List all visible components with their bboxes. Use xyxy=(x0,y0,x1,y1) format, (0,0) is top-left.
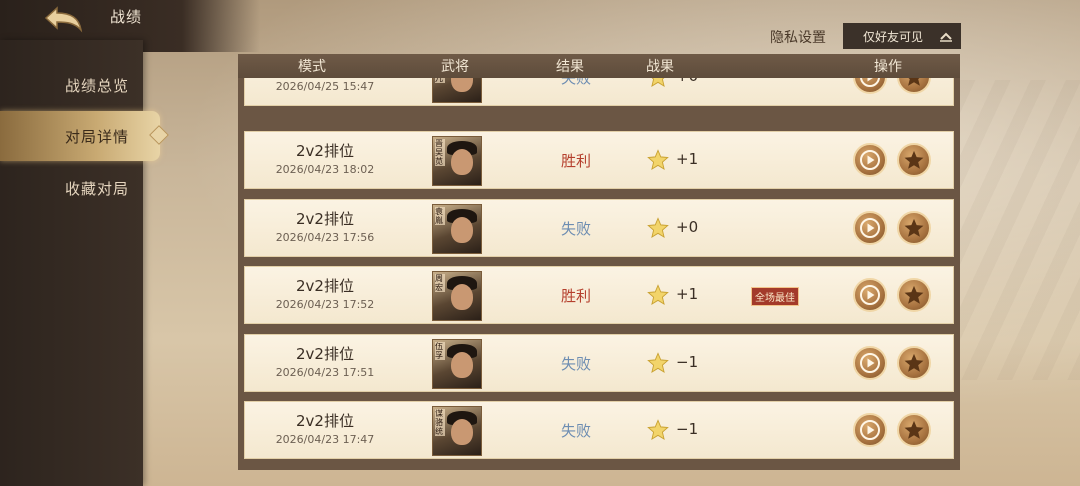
replay-button[interactable] xyxy=(853,278,887,312)
hero-avatar: 周宏 xyxy=(432,271,482,321)
match-time: 2026/04/23 17:56 xyxy=(275,231,375,244)
favorite-button[interactable] xyxy=(897,143,931,177)
star-icon xyxy=(651,78,665,87)
column-header-actions: 操作 xyxy=(874,59,902,75)
score-change: −1 xyxy=(676,420,699,438)
favorite-button[interactable] xyxy=(897,78,931,94)
sidebar-item-overview[interactable]: 战绩总览 xyxy=(0,60,160,110)
favorite-star-icon xyxy=(908,78,920,86)
table-row[interactable]: 2v2排位 2026/04/23 17:52 周宏 胜利 +1 全场最佳 xyxy=(244,266,954,324)
match-time: 2026/04/23 18:02 xyxy=(275,163,375,176)
hero-face xyxy=(451,352,473,378)
play-icon xyxy=(860,420,880,440)
hero-avatar: 晋吴苋 xyxy=(432,136,482,186)
table-row[interactable]: 2v2排位 2026/04/23 18:02 晋吴苋 胜利 +1 xyxy=(244,131,954,189)
hero-face xyxy=(451,78,473,92)
chevron-up-icon xyxy=(940,32,952,42)
column-header-result: 结果 xyxy=(556,59,584,75)
hero-name-tag: 伍孚 xyxy=(435,342,445,360)
hero-avatar: 袁胤 xyxy=(432,204,482,254)
star-icon xyxy=(647,284,669,305)
privacy-dropdown[interactable]: 仅好友可见 xyxy=(843,23,961,49)
play-icon xyxy=(860,218,880,238)
match-result: 胜利 xyxy=(560,287,591,305)
table-row[interactable]: 2v2排位 2026/04/23 17:51 伍孚 失败 −1 xyxy=(244,334,954,392)
favorite-star-icon xyxy=(904,353,924,372)
play-icon xyxy=(860,78,880,87)
favorite-star-icon xyxy=(904,285,924,304)
hero-name-tag: 袁胤 xyxy=(435,207,445,225)
match-mode: 2v2排位 xyxy=(296,345,354,363)
star-icon xyxy=(647,217,669,238)
score-change: +1 xyxy=(676,150,699,168)
hero-name-tag: 周宏 xyxy=(435,274,445,292)
match-result: 失败 xyxy=(560,355,591,373)
match-result: 失败 xyxy=(560,220,591,238)
hero-face xyxy=(451,217,473,243)
privacy-selected-value: 仅好友可见 xyxy=(863,29,924,44)
favorite-button[interactable] xyxy=(897,346,931,380)
mvp-badge: 全场最佳 xyxy=(751,287,799,306)
match-mode: 2v2排位 xyxy=(296,412,354,430)
replay-button[interactable] xyxy=(853,346,887,380)
favorite-star-icon xyxy=(904,150,924,169)
hero-name-tag: 晋吴苋 xyxy=(435,139,445,166)
sidebar: 战绩总览 对局详情 收藏对局 xyxy=(0,40,160,486)
back-arrow-icon xyxy=(44,6,83,33)
replay-button[interactable] xyxy=(853,78,887,94)
match-mode: 2v2排位 xyxy=(296,210,354,228)
table-header: 模式 武将 结果 战果 操作 xyxy=(238,54,960,78)
table-row[interactable]: 2v2排位 2026/04/25 15:47 胡车儿 失败 +0 xyxy=(244,78,954,106)
hero-name-tag: 谋骆统 xyxy=(435,409,445,436)
favorite-star-icon xyxy=(904,218,924,237)
hero-face xyxy=(451,284,473,310)
favorite-button[interactable] xyxy=(897,413,931,447)
play-icon xyxy=(860,150,880,170)
match-result: 失败 xyxy=(560,78,591,87)
back-button[interactable] xyxy=(40,4,88,34)
match-time: 2026/04/23 17:51 xyxy=(275,366,375,379)
hero-avatar: 谋骆统 xyxy=(432,406,482,456)
column-header-hero: 武将 xyxy=(441,59,469,75)
star-icon xyxy=(647,419,669,440)
favorite-button[interactable] xyxy=(897,211,931,245)
match-result: 胜利 xyxy=(560,152,591,170)
table-row[interactable]: 2v2排位 2026/04/23 17:56 袁胤 失败 +0 xyxy=(244,199,954,257)
score-change: −1 xyxy=(676,353,699,371)
match-list[interactable]: 2v2排位 2026/04/25 15:47 胡车儿 失败 +0 2v2排位 2… xyxy=(238,78,960,470)
match-mode: 2v2排位 xyxy=(296,142,354,160)
match-time: 2026/04/25 15:47 xyxy=(275,80,375,93)
hero-avatar: 伍孚 xyxy=(432,339,482,389)
hero-name-tag: 胡车儿 xyxy=(435,78,445,83)
star-icon xyxy=(647,149,669,170)
hero-face xyxy=(451,419,473,445)
hero-avatar: 胡车儿 xyxy=(432,78,482,103)
replay-button[interactable] xyxy=(853,143,887,177)
match-result: 失败 xyxy=(560,422,591,440)
column-header-outcome: 战果 xyxy=(646,59,674,75)
column-header-mode: 模式 xyxy=(298,59,326,75)
replay-button[interactable] xyxy=(853,413,887,447)
score-change: +1 xyxy=(676,285,699,303)
table-row[interactable]: 2v2排位 2026/04/23 17:47 谋骆统 失败 −1 xyxy=(244,401,954,459)
favorite-button[interactable] xyxy=(897,278,931,312)
match-time: 2026/04/23 17:47 xyxy=(275,433,375,446)
replay-button[interactable] xyxy=(853,211,887,245)
sidebar-item-match-details[interactable]: 对局详情 xyxy=(0,111,160,161)
hero-face xyxy=(451,149,473,175)
sidebar-item-favorites[interactable]: 收藏对局 xyxy=(0,163,160,213)
match-mode: 2v2排位 xyxy=(296,277,354,295)
background-calligraphy xyxy=(960,80,1080,380)
favorite-star-icon xyxy=(904,420,924,439)
privacy-settings-label: 隐私设置 xyxy=(770,30,826,46)
score-change: +0 xyxy=(676,78,698,85)
page-title: 战绩 xyxy=(110,8,143,26)
play-icon xyxy=(860,285,880,305)
star-icon xyxy=(647,352,669,373)
match-time: 2026/04/23 17:52 xyxy=(275,298,375,311)
score-change: +0 xyxy=(676,218,699,236)
play-icon xyxy=(860,353,880,373)
